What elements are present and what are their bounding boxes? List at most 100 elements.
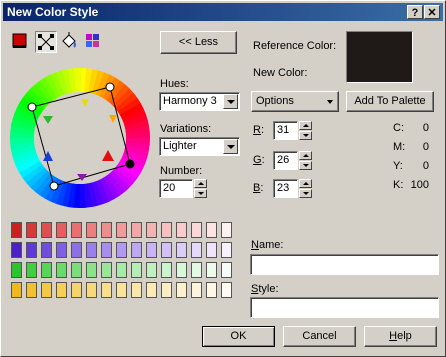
color-swatch[interactable] [11,262,22,278]
color-swatch[interactable] [71,262,82,278]
options-dropdown-button[interactable]: Options [251,91,339,112]
color-swatch[interactable] [71,282,82,298]
color-swatch[interactable] [176,222,187,238]
color-swatch[interactable] [116,262,127,278]
color-swatch[interactable] [131,282,142,298]
cancel-button[interactable]: Cancel [283,326,356,347]
color-swatch[interactable] [11,242,22,258]
color-swatch[interactable] [176,242,187,258]
increment-icon[interactable] [299,179,312,188]
color-swatch[interactable] [101,282,112,298]
palette-tool[interactable] [83,31,105,53]
color-swatch[interactable] [131,222,142,238]
color-swatch[interactable] [116,242,127,258]
color-swatch[interactable] [221,242,232,258]
b-channel-input[interactable]: 23 [273,179,298,198]
r-channel-input[interactable]: 31 [273,121,298,140]
g-channel-stepper[interactable] [299,151,312,170]
color-swatch[interactable] [191,222,202,238]
color-swatch[interactable] [86,282,97,298]
color-swatch[interactable] [131,242,142,258]
color-swatch[interactable] [86,262,97,278]
color-swatch[interactable] [206,262,217,278]
color-swatch[interactable] [176,282,187,298]
color-swatch[interactable] [41,282,52,298]
color-swatch[interactable] [131,262,142,278]
g-channel-input[interactable]: 26 [273,151,298,170]
chevron-down-icon[interactable] [223,139,238,154]
increment-icon[interactable] [194,179,207,188]
help-button[interactable]: Help [364,326,437,347]
color-swatch[interactable] [206,222,217,238]
color-swatch[interactable] [56,262,67,278]
color-swatch[interactable] [56,222,67,238]
color-swatch[interactable] [26,262,37,278]
style-input[interactable] [250,297,439,318]
color-swatch[interactable] [191,282,202,298]
color-swatch[interactable] [176,262,187,278]
color-swatch[interactable] [26,242,37,258]
color-swatch[interactable] [146,282,157,298]
color-swatch[interactable] [86,222,97,238]
color-swatch[interactable] [86,242,97,258]
ok-button[interactable]: OK [202,326,275,347]
decrement-icon[interactable] [194,189,207,198]
close-button[interactable]: ✕ [424,5,440,19]
variations-dropdown[interactable]: Lighter [159,137,240,156]
b-channel-label: B: [253,182,264,194]
color-swatch[interactable] [41,242,52,258]
color-swatch[interactable] [146,242,157,258]
chevron-down-icon[interactable] [223,94,238,109]
color-swatch[interactable] [101,222,112,238]
color-swatch[interactable] [101,242,112,258]
color-swatch[interactable] [11,222,22,238]
color-swatch[interactable] [116,282,127,298]
color-swatch[interactable] [41,262,52,278]
add-to-palette-button[interactable]: Add To Palette [346,91,434,112]
color-swatch[interactable] [161,242,172,258]
color-swatch[interactable] [206,242,217,258]
color-swatch[interactable] [11,282,22,298]
cmyk-value: 0 [422,122,429,134]
hues-dropdown[interactable]: Harmony 3 [159,92,240,111]
color-swatch[interactable] [101,262,112,278]
color-swatch[interactable] [56,242,67,258]
help-title-button[interactable]: ? [407,5,423,19]
color-swatch[interactable] [26,282,37,298]
name-input[interactable] [250,254,439,275]
harmony-tool[interactable] [35,31,57,53]
decrement-icon[interactable] [299,131,312,140]
color-swatch[interactable] [206,282,217,298]
color-swatch[interactable] [26,222,37,238]
color-swatch[interactable] [161,222,172,238]
color-swatch[interactable] [191,242,202,258]
solid-color-tool-icon [12,33,27,48]
solid-color-tool[interactable] [10,31,32,53]
color-swatch[interactable] [71,242,82,258]
color-swatch[interactable] [116,222,127,238]
color-wheel[interactable] [9,67,151,209]
increment-icon[interactable] [299,151,312,160]
color-swatch[interactable] [221,282,232,298]
decrement-icon[interactable] [299,161,312,170]
fill-tool[interactable] [59,31,81,53]
color-swatch[interactable] [56,282,67,298]
number-input[interactable]: 20 [159,179,193,198]
color-swatch[interactable] [41,222,52,238]
decrement-icon[interactable] [299,189,312,198]
less-button[interactable]: << Less [160,31,237,54]
color-swatch[interactable] [146,222,157,238]
r-channel-stepper[interactable] [299,121,312,140]
color-swatch[interactable] [191,262,202,278]
number-stepper[interactable] [194,179,207,198]
color-swatch[interactable] [146,262,157,278]
color-swatch[interactable] [221,222,232,238]
color-swatch[interactable] [161,262,172,278]
new-color-label: New Color: [253,67,308,79]
color-swatch[interactable] [161,282,172,298]
color-swatch[interactable] [71,222,82,238]
style-label: Style: [251,283,279,295]
b-channel-stepper[interactable] [299,179,312,198]
increment-icon[interactable] [299,121,312,130]
color-swatch[interactable] [221,262,232,278]
